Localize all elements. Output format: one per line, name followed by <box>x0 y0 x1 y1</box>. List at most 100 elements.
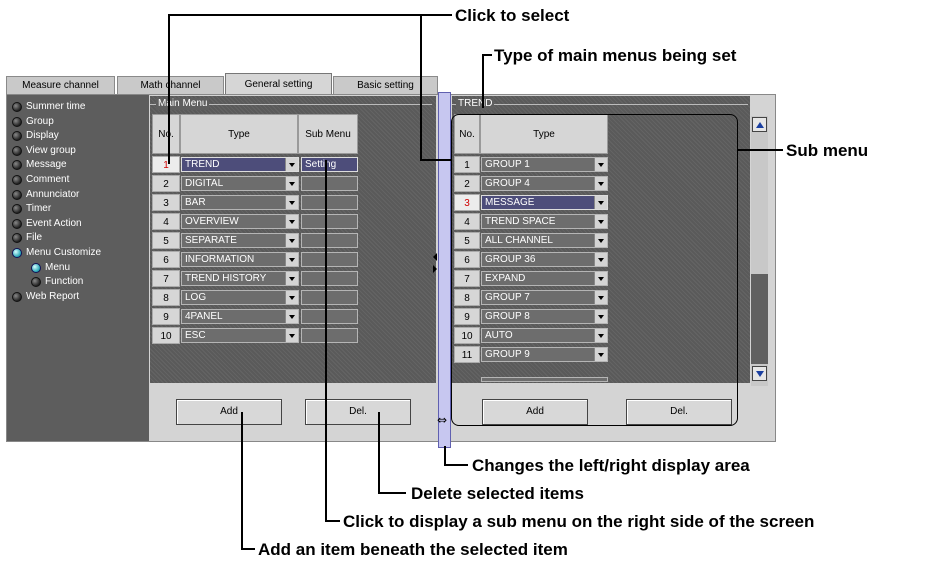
triangle-down-icon <box>756 371 764 377</box>
dropdown-arrow-icon <box>285 272 298 285</box>
main-del-button[interactable]: Del. <box>305 399 411 425</box>
arrow-left-icon <box>433 253 437 261</box>
radio-icon <box>31 262 41 273</box>
main-row-no[interactable]: 3 <box>152 194 180 211</box>
main-row-no[interactable]: 1 <box>152 156 180 173</box>
scroll-down-button[interactable] <box>752 366 767 381</box>
main-menu-group-title: Main Menu <box>156 98 210 110</box>
sidebar-item[interactable]: Comment <box>12 174 147 187</box>
main-row-type-select[interactable]: TREND HISTORY <box>181 271 299 286</box>
main-row-submenu-button[interactable] <box>301 233 358 248</box>
main-row-submenu-button[interactable] <box>301 271 358 286</box>
radio-icon <box>12 160 22 171</box>
main-row-type-select[interactable]: TREND <box>181 157 299 172</box>
radio-icon <box>12 189 22 200</box>
main-row-no[interactable]: 5 <box>152 232 180 249</box>
callout-changes-display-area: Changes the left/right display area <box>472 456 750 475</box>
radio-icon <box>12 145 22 156</box>
main-row-no[interactable]: 9 <box>152 308 180 325</box>
main-menu-button-area: Add Del. <box>150 383 436 441</box>
main-row-submenu-button[interactable]: Setting <box>301 157 358 172</box>
sidebar-item[interactable]: Annunciator <box>12 189 147 202</box>
callout-click-to-display-sub: Click to display a sub menu on the right… <box>343 512 815 531</box>
main-row-no[interactable]: 7 <box>152 270 180 287</box>
main-menu-header-sub: Sub Menu <box>298 114 358 154</box>
main-row-submenu-button[interactable] <box>301 309 358 324</box>
sidebar-item[interactable]: Summer time <box>12 101 147 114</box>
tab-general-setting[interactable]: General setting <box>225 73 332 95</box>
dropdown-arrow-icon <box>285 177 298 190</box>
main-row-type-select[interactable]: 4PANEL <box>181 309 299 324</box>
main-row-no[interactable]: 4 <box>152 213 180 230</box>
sidebar-item[interactable]: Message <box>12 159 147 172</box>
sidebar-item-label: Annunciator <box>26 188 80 200</box>
dropdown-arrow-icon <box>285 196 298 209</box>
sidebar: Summer time Group Display View group Message… <box>7 95 149 441</box>
sidebar-item[interactable]: Group <box>12 116 147 129</box>
main-row-no[interactable]: 2 <box>152 175 180 192</box>
sidebar-item-label: File <box>26 232 43 244</box>
main-row-no[interactable]: 10 <box>152 327 180 344</box>
sidebar-item[interactable]: Function <box>31 276 147 289</box>
radio-icon <box>12 291 22 302</box>
sidebar-item[interactable]: Display <box>12 130 147 143</box>
callout-add-item-beneath: Add an item beneath the selected item <box>258 540 568 559</box>
sidebar-item[interactable]: Timer <box>12 203 147 216</box>
main-row-type-select[interactable]: INFORMATION <box>181 252 299 267</box>
callout-delete-selected: Delete selected items <box>411 484 584 503</box>
main-row-submenu-button[interactable] <box>301 328 358 343</box>
tab-measure-channel[interactable]: Measure channel <box>6 76 115 94</box>
trend-group-title: TREND <box>456 98 495 110</box>
main-row-submenu-button[interactable] <box>301 290 358 305</box>
dropdown-arrow-icon <box>285 329 298 342</box>
radio-icon <box>12 116 22 127</box>
radio-icon <box>12 175 22 185</box>
main-row-no[interactable]: 8 <box>152 289 180 306</box>
sidebar-item-label: Comment <box>26 174 70 185</box>
resize-handle-icon[interactable]: ⇔ <box>437 414 451 426</box>
tab-basic-setting[interactable]: Basic setting <box>333 76 438 94</box>
sidebar-item-label: View group <box>26 144 76 156</box>
sidebar-item[interactable]: Web Report <box>12 291 147 304</box>
main-row-submenu-button[interactable] <box>301 195 358 210</box>
main-add-button[interactable]: Add <box>176 399 282 425</box>
sidebar-item[interactable]: Event Action <box>12 218 147 231</box>
dropdown-arrow-icon <box>285 291 298 304</box>
scroll-thumb[interactable] <box>751 274 768 364</box>
main-row-type-select[interactable]: BAR <box>181 195 299 210</box>
main-row-submenu-button[interactable] <box>301 214 358 229</box>
main-row-type-select[interactable]: LOG <box>181 290 299 305</box>
radio-icon <box>12 102 22 112</box>
sidebar-item-label: Menu Customize <box>26 247 102 258</box>
radio-icon <box>12 233 22 244</box>
display-area-divider[interactable]: ⇔ <box>433 92 451 448</box>
main-row-type-select[interactable]: DIGITAL <box>181 176 299 191</box>
arrow-right-icon <box>433 265 437 273</box>
sidebar-item[interactable]: View group <box>12 145 147 158</box>
main-row-no[interactable]: 6 <box>152 251 180 268</box>
main-row-submenu-button[interactable] <box>301 252 358 267</box>
radio-icon <box>12 204 22 215</box>
radio-icon <box>12 131 22 142</box>
main-menu-header-type: Type <box>180 114 298 154</box>
callout-click-to-select: Click to select <box>455 6 570 25</box>
sidebar-item[interactable]: File <box>12 232 147 245</box>
triangle-up-icon <box>756 122 764 128</box>
sidebar-item-label: Function <box>45 276 84 288</box>
dropdown-arrow-icon <box>285 234 298 247</box>
main-row-type-select[interactable]: SEPARATE <box>181 233 299 248</box>
tab-math-channel[interactable]: Math channel <box>117 76 224 94</box>
sidebar-item[interactable]: Menu Customize <box>12 247 147 260</box>
dropdown-arrow-icon <box>285 158 298 171</box>
callout-sub-menu: Sub menu <box>786 141 869 160</box>
sub-menu-outline <box>451 114 738 426</box>
main-row-type-select[interactable]: ESC <box>181 328 299 343</box>
main-row-type-select[interactable]: OVERVIEW <box>181 214 299 229</box>
dropdown-arrow-icon <box>285 215 298 228</box>
scroll-up-button[interactable] <box>752 117 767 132</box>
main-row-submenu-button[interactable] <box>301 176 358 191</box>
radio-icon <box>12 218 22 229</box>
trend-scrollbar[interactable] <box>751 116 768 386</box>
sidebar-item[interactable]: Menu <box>31 262 147 275</box>
main-menu-header-no: No. <box>152 114 180 154</box>
